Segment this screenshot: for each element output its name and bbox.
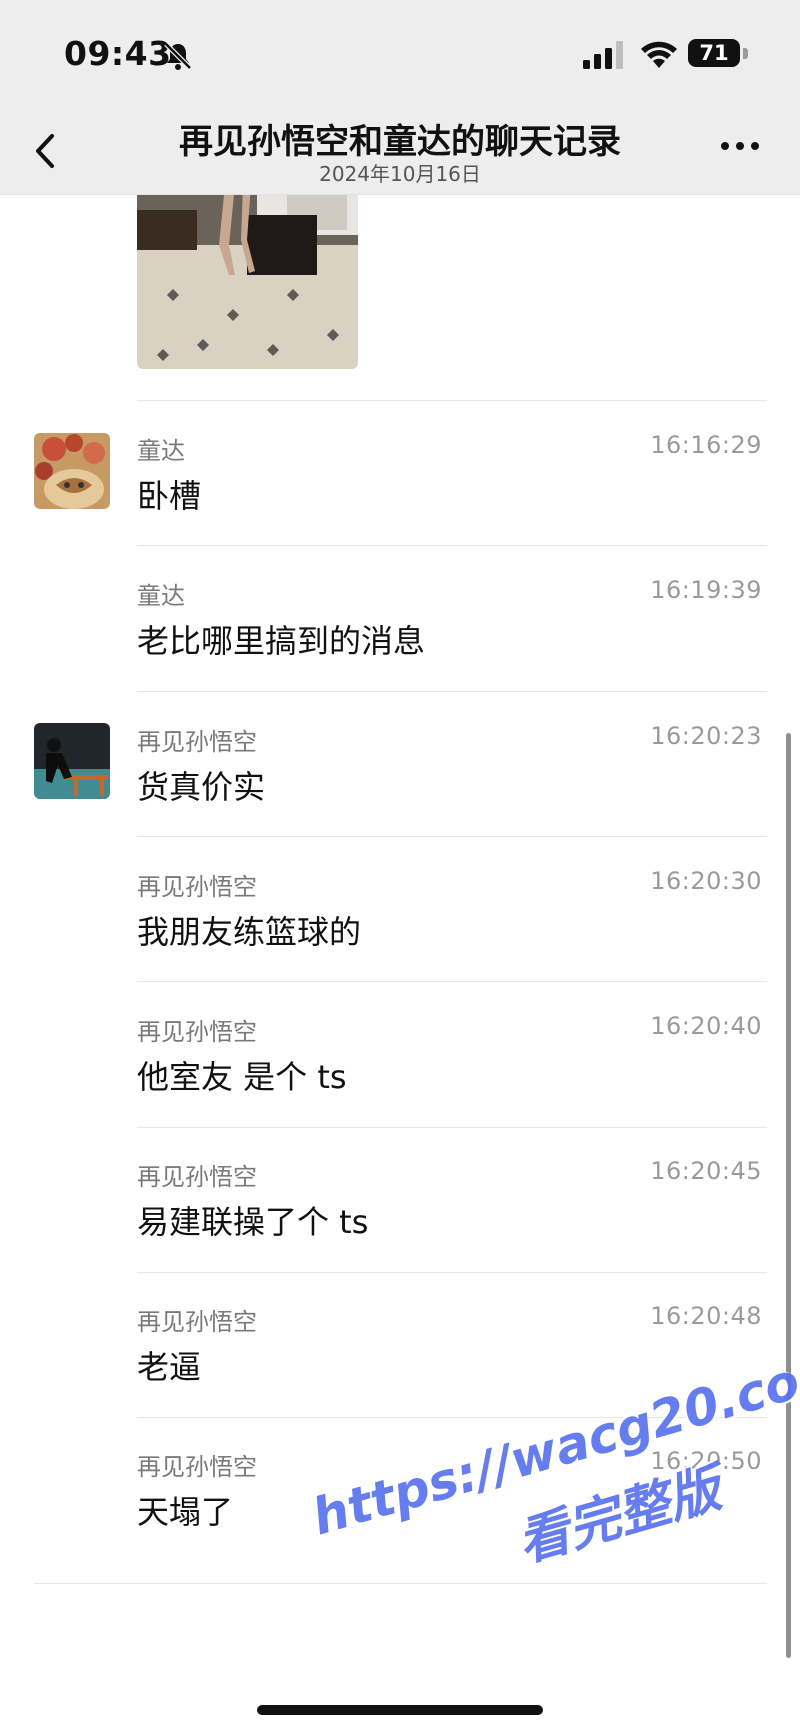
message-sender: 再见孙悟空 [137,728,257,756]
page-subtitle: 2024年10月16日 [319,162,481,186]
scrollbar[interactable] [786,733,791,1658]
message-text: 卧槽 [137,477,202,515]
status-time: 09:43 [64,34,172,73]
message-time: 16:20:50 [650,1447,762,1475]
divider [137,981,767,982]
page-title: 再见孙悟空和童达的聊天记录 [179,122,621,162]
divider [137,1127,767,1128]
battery-tip [743,48,748,59]
message-sender: 再见孙悟空 [137,873,257,901]
battery-icon: 71 [688,39,750,71]
message-time: 16:16:29 [650,431,762,459]
message-text: 我朋友练篮球的 [137,913,362,951]
divider [137,545,767,546]
message-sender: 再见孙悟空 [137,1453,257,1481]
chat-record-list[interactable]: 童达 16:16:29 卧槽 童达 16:19:39 老比哪里搞到的消息 再见孙… [0,195,800,1715]
avatar-zaijian-sunwukong[interactable] [34,723,110,799]
list-end-divider [34,1583,767,1584]
message-time: 16:20:23 [650,722,762,750]
message-text: 易建联操了个 ts [137,1203,369,1241]
divider [137,836,767,837]
home-indicator[interactable] [257,1705,543,1715]
divider [137,400,767,401]
divider [137,1272,767,1273]
message-sender: 童达 [137,437,185,465]
message-text: 老逼 [137,1348,202,1386]
message-time: 16:20:48 [650,1302,762,1330]
message-sender: 再见孙悟空 [137,1163,257,1191]
wifi-icon [641,41,677,68]
signal-icon [583,41,623,69]
message-text: 老比哪里搞到的消息 [137,622,426,660]
more-icon[interactable] [720,140,760,152]
status-bar: 09:43 71 [0,0,800,110]
message-text: 货真价实 [137,768,266,806]
message-text: 天塌了 [137,1493,234,1531]
bell-off-icon [164,42,192,70]
divider [137,691,767,692]
message-time: 16:20:40 [650,1012,762,1040]
message-sender: 童达 [137,582,185,610]
message-text: 他室友 是个 ts [137,1058,347,1096]
message-time: 16:19:39 [650,576,762,604]
avatar-tongda[interactable] [34,433,110,509]
message-time: 16:20:30 [650,867,762,895]
message-sender: 再见孙悟空 [137,1308,257,1336]
battery-level: 71 [688,39,740,67]
photo-message[interactable] [137,195,358,369]
message-time: 16:20:45 [650,1157,762,1185]
message-sender: 再见孙悟空 [137,1018,257,1046]
nav-bar: 再见孙悟空和童达的聊天记录 2024年10月16日 [0,110,800,195]
divider [137,1417,767,1418]
